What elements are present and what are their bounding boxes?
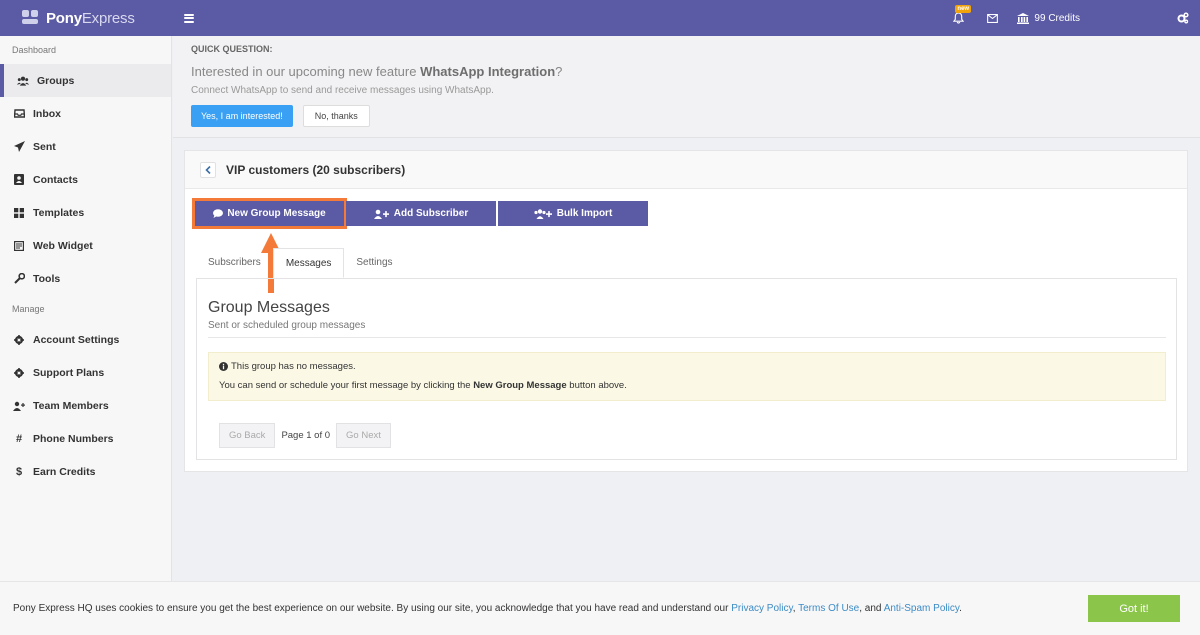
- alert-line1: This group has no messages.: [231, 361, 356, 372]
- sidebar-item-label: Tools: [33, 272, 61, 285]
- sidebar-item-label: Web Widget: [33, 239, 93, 252]
- notifications-button[interactable]: new: [943, 0, 973, 36]
- sidebar-item-phone-numbers[interactable]: # Phone Numbers: [0, 422, 171, 455]
- sidebar-item-label: Templates: [33, 206, 85, 219]
- sidebar-item-inbox[interactable]: Inbox: [0, 97, 171, 130]
- interested-button[interactable]: Yes, I am interested!: [191, 105, 293, 127]
- panel-title: Group Messages: [208, 299, 330, 316]
- users-icon: [17, 75, 29, 87]
- top-navbar: PonyExpress new 99 Credits: [0, 0, 1200, 36]
- main-content: QUICK QUESTION: Interested in our upcomi…: [173, 36, 1200, 472]
- users-plus-icon: [534, 208, 552, 219]
- divider: [208, 337, 1166, 338]
- bell-icon: [952, 12, 964, 24]
- group-card: VIP customers (20 subscribers) New Group…: [184, 150, 1188, 472]
- grid-icon: [13, 207, 25, 219]
- cookie-banner: Pony Express HQ uses cookies to ensure y…: [0, 581, 1200, 635]
- dollar-icon: $: [15, 465, 23, 478]
- empty-messages-alert: This group has no messages. You can send…: [208, 352, 1166, 401]
- credits-link[interactable]: 99 Credits: [1017, 12, 1080, 24]
- group-tabs: Subscribers Messages Settings: [196, 248, 405, 278]
- sidebar-item-label: Contacts: [33, 173, 78, 186]
- pagination: Go Back Page 1 of 0 Go Next: [219, 423, 391, 448]
- sidebar-item-web-widget[interactable]: Web Widget: [0, 229, 171, 262]
- panel-subtitle: Sent or scheduled group messages: [208, 320, 366, 331]
- contact-book-icon: [13, 174, 25, 186]
- terms-of-use-link[interactable]: Terms Of Use: [798, 603, 859, 614]
- got-it-button[interactable]: Got it!: [1088, 595, 1180, 622]
- brand-logo-link[interactable]: PonyExpress: [0, 0, 172, 36]
- tab-settings[interactable]: Settings: [344, 248, 404, 278]
- group-title: VIP customers (20 subscribers): [226, 162, 406, 177]
- anti-spam-policy-link[interactable]: Anti-Spam Policy: [884, 603, 959, 614]
- privacy-policy-link[interactable]: Privacy Policy: [731, 603, 793, 614]
- sidebar-item-label: Support Plans: [33, 366, 105, 379]
- sidebar-item-earn-credits[interactable]: $ Earn Credits: [0, 455, 171, 488]
- sidebar-item-groups[interactable]: Groups: [0, 64, 171, 97]
- pony-logo-icon: [22, 10, 40, 26]
- gear-icon: [13, 334, 25, 346]
- sidebar-item-label: Earn Credits: [33, 465, 96, 478]
- bank-icon: [1017, 12, 1030, 24]
- sidebar-item-label: Inbox: [33, 107, 61, 120]
- go-next-button[interactable]: Go Next: [336, 423, 391, 448]
- paper-plane-icon: [13, 141, 25, 153]
- sidebar-item-contacts[interactable]: Contacts: [0, 163, 171, 196]
- info-circle-icon: [219, 362, 228, 371]
- sidebar-item-label: Account Settings: [33, 333, 120, 346]
- sidebar-item-support-plans[interactable]: Support Plans: [0, 356, 171, 389]
- banner-headline: Interested in our upcoming new feature W…: [191, 64, 563, 79]
- user-plus-icon: [13, 400, 25, 412]
- sidebar-item-label: Phone Numbers: [33, 432, 114, 445]
- sidebar-item-label: Sent: [33, 140, 56, 153]
- sidebar-section-dashboard: Dashboard: [12, 45, 57, 55]
- envelope-icon: [987, 13, 998, 23]
- sidebar-item-account-settings[interactable]: Account Settings: [0, 323, 171, 356]
- sidebar-item-label: Groups: [37, 74, 75, 87]
- chevron-left-icon: [205, 165, 211, 174]
- sidebar-item-tools[interactable]: Tools: [0, 262, 171, 295]
- alert-line2: You can send or schedule your first mess…: [219, 380, 627, 391]
- sidebar-section-manage: Manage: [12, 304, 45, 314]
- hash-icon: #: [15, 432, 23, 445]
- wrench-icon: [13, 273, 25, 285]
- sidebar-item-sent[interactable]: Sent: [0, 130, 171, 163]
- banner-title: QUICK QUESTION:: [191, 44, 273, 54]
- tab-messages[interactable]: Messages: [272, 248, 345, 278]
- add-subscriber-button[interactable]: Add Subscriber: [346, 201, 496, 226]
- cogs-icon: [1177, 12, 1189, 24]
- widget-icon: [13, 240, 25, 252]
- comment-icon: [213, 209, 224, 218]
- new-badge: new: [955, 5, 972, 13]
- new-group-message-button[interactable]: New Group Message: [192, 198, 347, 229]
- gear-icon: [13, 367, 25, 379]
- banner-subtitle: Connect WhatsApp to send and receive mes…: [191, 85, 494, 96]
- settings-button[interactable]: [1166, 0, 1200, 36]
- sidebar-item-team-members[interactable]: Team Members: [0, 389, 171, 422]
- user-plus-icon: [373, 209, 389, 219]
- messages-panel: Group Messages Sent or scheduled group m…: [196, 278, 1177, 460]
- sidebar-item-label: Team Members: [33, 399, 109, 412]
- page-indicator: Page 1 of 0: [281, 430, 331, 441]
- cookie-text: Pony Express HQ uses cookies to ensure y…: [13, 603, 962, 614]
- sidebar: Dashboard Groups Inbox Sent Contacts Tem…: [0, 36, 172, 581]
- back-button[interactable]: [200, 161, 216, 178]
- go-back-button[interactable]: Go Back: [219, 423, 276, 448]
- quick-question-banner: QUICK QUESTION: Interested in our upcomi…: [173, 36, 1200, 138]
- bulk-import-button[interactable]: Bulk Import: [498, 201, 648, 226]
- group-header: VIP customers (20 subscribers): [185, 151, 1187, 189]
- tab-subscribers[interactable]: Subscribers: [196, 248, 273, 278]
- inbox-icon: [13, 108, 25, 120]
- brand-name: PonyExpress: [46, 9, 135, 27]
- menu-toggle-icon[interactable]: [184, 13, 194, 23]
- sidebar-item-templates[interactable]: Templates: [0, 196, 171, 229]
- credits-label: 99 Credits: [1034, 12, 1080, 24]
- no-thanks-button[interactable]: No, thanks: [302, 105, 370, 127]
- messages-button[interactable]: [977, 0, 1007, 36]
